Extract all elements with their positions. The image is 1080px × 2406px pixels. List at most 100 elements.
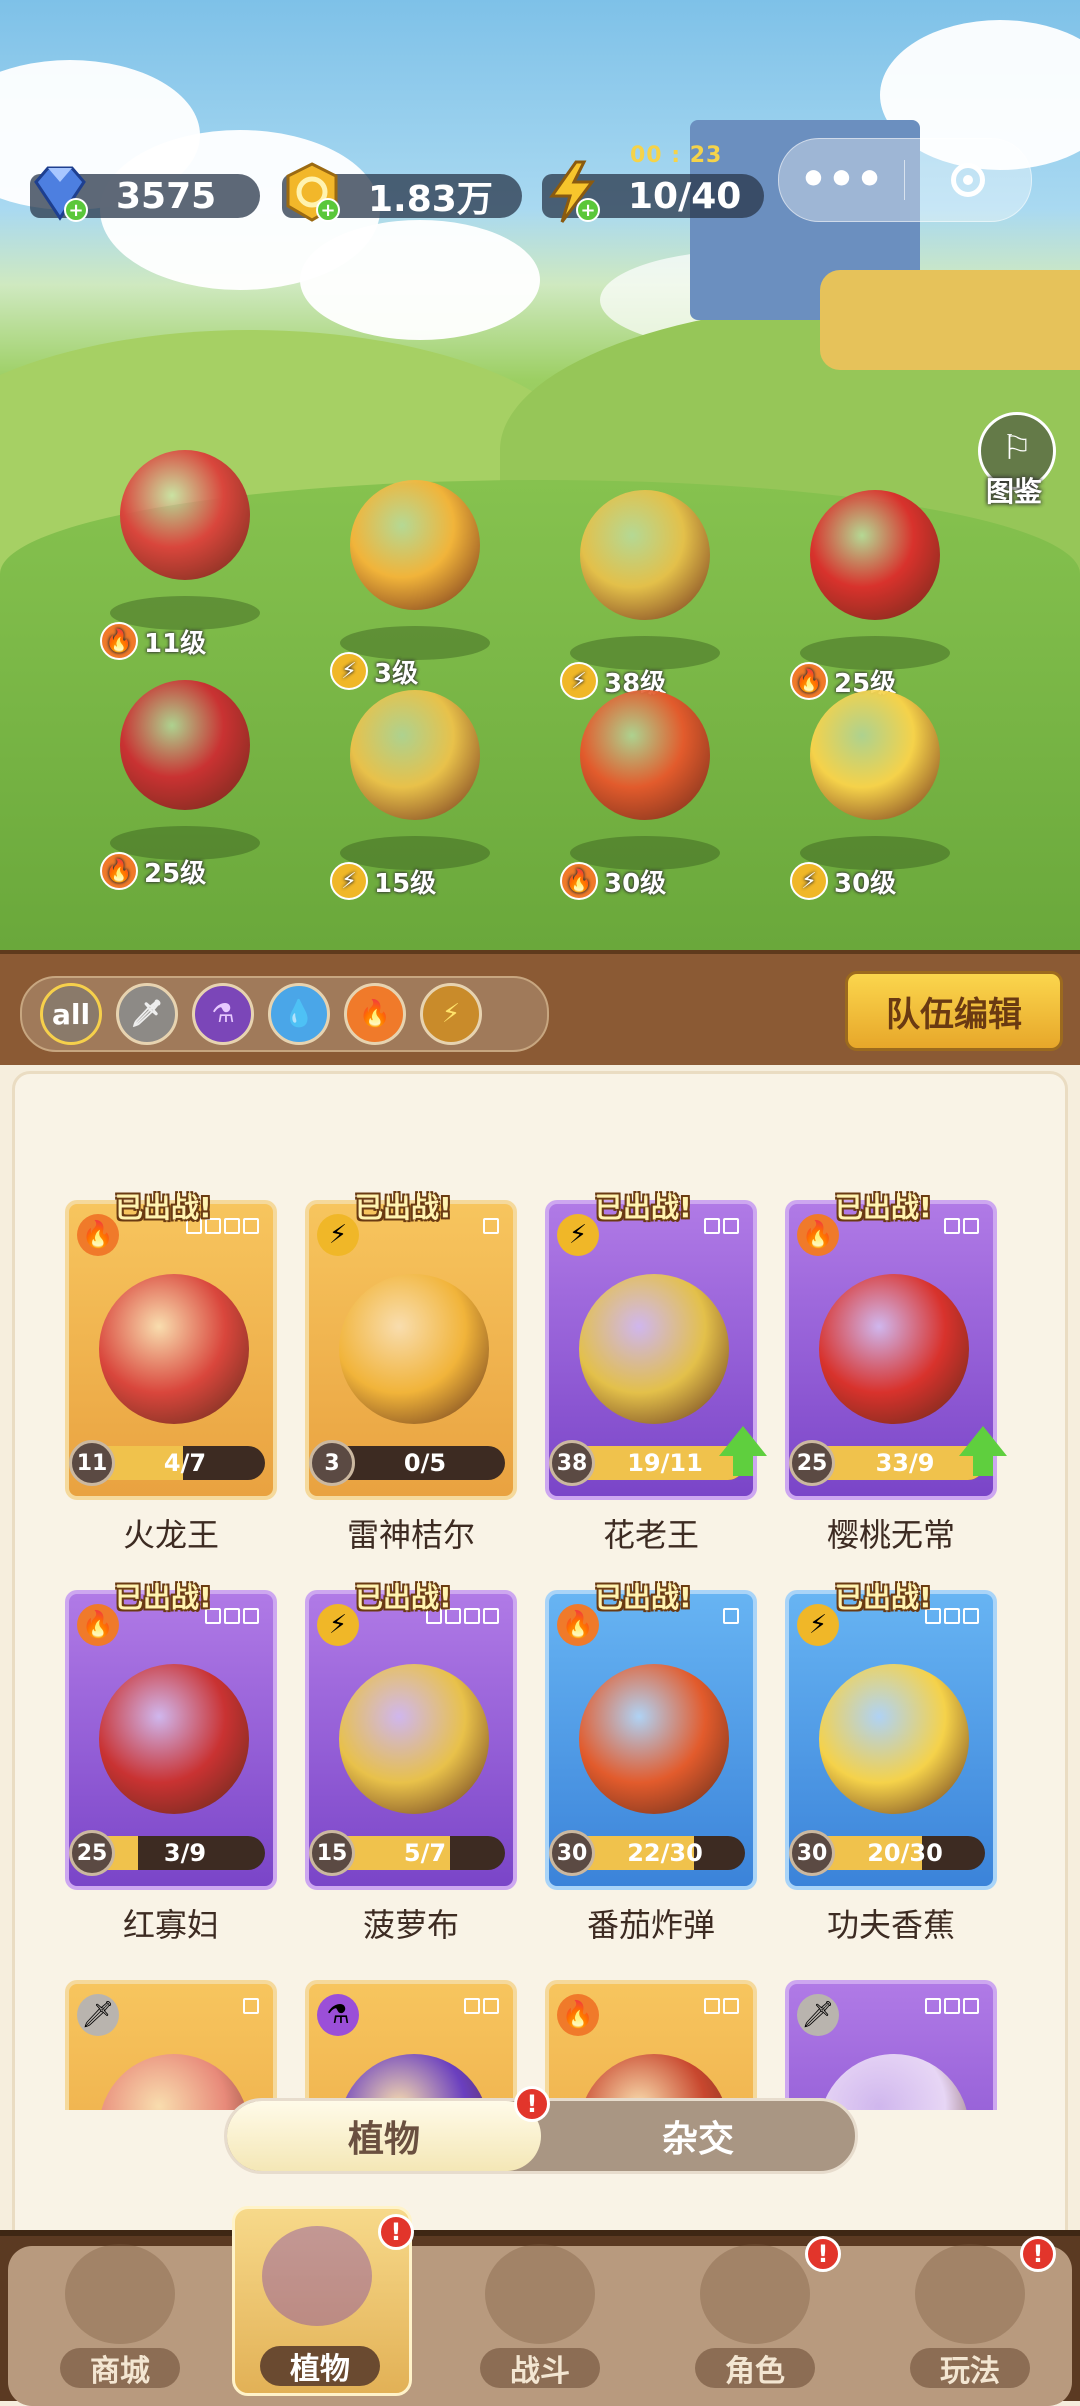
plant-sprite <box>350 480 480 610</box>
card-level: 15 <box>309 1830 355 1876</box>
plant-name: 花老王 <box>602 1516 699 1554</box>
filter-bolt-button[interactable]: ⚡ <box>420 983 482 1045</box>
plant-name: 红寡妇 <box>122 1906 219 1944</box>
plant-portrait <box>99 1664 249 1814</box>
water-drop-icon: 💧 <box>282 999 316 1029</box>
lightning-icon: ⚡ <box>441 999 461 1029</box>
gem-icon: + <box>34 166 88 222</box>
lightning-icon: ⚡ <box>557 1214 599 1256</box>
lightning-icon: + <box>549 160 600 223</box>
energy-amount: 10/40 <box>628 175 742 217</box>
miniprogram-capsule: ••• <box>778 138 1032 222</box>
sword-icon: 🗡 <box>797 1994 839 2036</box>
plant-name: 雷神桔尔 <box>346 1516 475 1554</box>
tab-gameplay[interactable]: 玩法 ! <box>870 2236 1070 2396</box>
plant-sprite <box>810 490 940 620</box>
sword-icon: 🗡 <box>77 1994 119 2036</box>
shape-indicator <box>704 1998 739 2028</box>
plant-sprite <box>580 490 710 620</box>
plant-level-text: 25级 <box>144 858 207 889</box>
card-frame: 🔥 <box>545 1980 757 2110</box>
filter-sword-button[interactable]: 🗡 <box>116 983 178 1045</box>
plant-name: 菠萝布 <box>362 1906 459 1944</box>
shape-indicator <box>243 1998 259 2028</box>
card-level: 30 <box>789 1830 835 1876</box>
shop-icon <box>65 2244 175 2344</box>
fire-icon: 🔥 <box>77 1604 119 1646</box>
upgrade-arrow-icon <box>719 1426 767 1476</box>
shape-cell <box>704 1998 720 2014</box>
fire-icon: 🔥 <box>77 1214 119 1256</box>
plant-name: 番茄炸弹 <box>586 1906 715 1944</box>
deployed-badge: 已出战! <box>115 1581 212 1614</box>
fire-icon: 🔥 <box>560 862 598 900</box>
tab-label: 商城 <box>60 2348 180 2389</box>
plants-tab-toggle[interactable]: 植物 <box>227 2101 541 2171</box>
hybrid-tab-toggle[interactable]: 杂交 <box>541 2101 855 2171</box>
plant-level-text: 15级 <box>374 868 437 899</box>
plant-sprite <box>580 690 710 820</box>
codex-label: 图鉴 <box>985 475 1042 508</box>
coin-icon: + <box>286 162 340 222</box>
lightning-icon: ⚡ <box>317 1604 359 1646</box>
tab-label: 植物 <box>260 2346 380 2387</box>
tab-battle[interactable]: 战斗 <box>440 2236 640 2396</box>
gameplay-icon <box>915 2244 1025 2344</box>
plant-level-text: 30级 <box>834 868 897 899</box>
deployed-badge: 已出战! <box>355 1581 452 1614</box>
plant-portrait <box>579 1664 729 1814</box>
fire-icon: 🔥 <box>557 1994 599 2036</box>
shape-cell <box>464 1998 480 2014</box>
filter-potion-button[interactable]: ⚗ <box>192 983 254 1045</box>
plant-portrait <box>339 1274 489 1424</box>
sword-icon: 🗡 <box>130 999 164 1029</box>
energy-timer: 00 : 23 <box>630 143 723 168</box>
shape-cell <box>483 1998 499 2014</box>
plant-sprite <box>120 680 250 810</box>
close-miniprogram-button[interactable] <box>905 163 1030 197</box>
shape-indicator <box>464 1998 499 2028</box>
tab-label: 玩法 <box>910 2348 1030 2389</box>
card-level: 25 <box>789 1440 835 1486</box>
alert-badge: ! <box>805 2236 841 2272</box>
cloud <box>300 220 540 340</box>
shape-indicator <box>925 1998 979 2028</box>
svg-text:+: + <box>320 200 335 221</box>
plant-level: 🔥 25级 <box>100 852 206 890</box>
alert-badge: ! <box>514 2086 550 2122</box>
plant-sprite <box>350 690 480 820</box>
filter-water-button[interactable]: 💧 <box>268 983 330 1045</box>
team-edit-button[interactable]: 队伍编辑 <box>845 971 1063 1051</box>
shape-cell <box>723 1998 739 2014</box>
lightning-icon: ⚡ <box>317 1214 359 1256</box>
codex-button[interactable]: ⚐ 图鉴 <box>968 412 1060 512</box>
tab-shop[interactable]: 商城 <box>20 2236 220 2396</box>
deployed-badge: 已出战! <box>115 1191 212 1224</box>
plant-collection-panel: 🔥 已出战! 4/7 11 火龙王 ⚡ 已出战! 0/5 3 雷神桔尔 ⚡ 已出战! 19/11 38 花老… <box>0 1065 1080 2251</box>
tab-plants[interactable]: 植物 ! <box>232 2206 432 2396</box>
wheat-field <box>820 270 1080 370</box>
deployed-badge: 已出战! <box>595 1191 692 1224</box>
deployed-badge: 已出战! <box>595 1581 692 1614</box>
tab-label: 战斗 <box>480 2348 600 2389</box>
more-dots-icon[interactable]: ••• <box>779 158 904 202</box>
plant-portrait <box>339 1664 489 1814</box>
fire-icon: 🔥 <box>100 852 138 890</box>
lineup-plant[interactable]: ⚡ 30级 <box>770 650 970 900</box>
lineup-plant[interactable]: 🔥 30级 <box>540 650 740 900</box>
alert-badge: ! <box>378 2214 414 2250</box>
filter-fire-button[interactable]: 🔥 <box>344 983 406 1045</box>
filter-bar: all 🗡 ⚗ 💧 🔥 ⚡ 队伍编辑 <box>0 950 1080 1065</box>
card-frame: ⚗ <box>305 1980 517 2110</box>
card-frame: 🗡 <box>785 1980 997 2110</box>
lineup-plant[interactable]: 🔥 25级 <box>80 640 280 890</box>
plant-portrait <box>819 1274 969 1424</box>
lineup-plant[interactable]: ⚡ 15级 <box>310 650 510 900</box>
fire-icon: 🔥 <box>358 999 392 1029</box>
deployed-badge: 已出战! <box>835 1191 932 1224</box>
tab-character[interactable]: 角色 ! <box>655 2236 855 2396</box>
plant-portrait <box>819 1664 969 1814</box>
filter-all-button[interactable]: all <box>40 983 102 1045</box>
lineup-plant[interactable]: 🔥 11级 <box>80 410 280 660</box>
plant-name: 功夫香蕉 <box>826 1906 955 1944</box>
